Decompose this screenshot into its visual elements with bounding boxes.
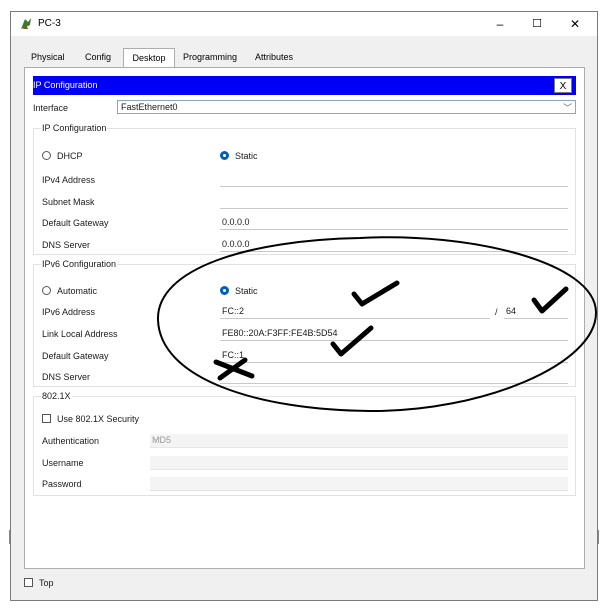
minimize-button[interactable]: – [485,15,515,33]
ipv6-automatic-radio[interactable] [42,286,51,295]
link-local-label: Link Local Address [42,329,118,339]
packet-tracer-pc-icon [21,18,31,29]
ipv4-address-label: IPv4 Address [42,175,96,185]
top-checkbox[interactable] [24,578,33,587]
ipv6-address-label: IPv6 Address [42,307,96,317]
close-button[interactable]: ✕ [560,15,590,33]
ipv6-dns-input[interactable] [220,370,568,384]
ipv6-static-label: Static [235,286,258,296]
password-input[interactable] [150,477,568,491]
static-label: Static [235,151,258,161]
ip-config-header: IP Configuration X [33,76,576,95]
tab-programming[interactable]: Programming [183,48,243,66]
tab-physical[interactable]: Physical [31,48,71,66]
dns-server-label: DNS Server [42,240,91,250]
subnet-mask-label: Subnet Mask [42,197,95,207]
dot1x-group-title: 802.1X [41,391,72,401]
ipv4-address-input[interactable] [220,173,568,187]
static-radio[interactable] [220,151,229,160]
ipv6-gateway-input[interactable]: FC::1 [220,349,568,363]
interface-label: Interface [33,103,69,113]
maximize-button[interactable]: ☐ [522,15,552,33]
ipv6-group: IPv6 Configuration Automatic Static IPv6… [33,259,576,387]
ipv6-prefix-input[interactable]: 64 [504,305,568,319]
window: PC-3 – ☐ ✕ Physical Config Desktop Progr… [10,11,598,601]
title-bar[interactable]: PC-3 – ☐ ✕ [11,12,597,36]
ipv6-static-radio[interactable] [220,286,229,295]
dns-server-input[interactable]: 0.0.0.0 [220,238,568,252]
left-edge-mark [9,530,10,544]
password-label: Password [42,479,82,489]
subnet-mask-input[interactable] [220,195,568,209]
ipv6-automatic-label: Automatic [57,286,98,296]
dot1x-group: 802.1X Use 802.1X Security Authenticatio… [33,391,576,496]
username-label: Username [42,458,84,468]
ipv6-dns-label: DNS Server [42,372,91,382]
ipv6-group-title: IPv6 Configuration [41,259,118,269]
link-local-input[interactable]: FE80::20A:F3FF:FE4B:5D54 [220,327,568,341]
top-label: Top [39,578,54,588]
use-8021x-checkbox[interactable] [42,414,51,423]
ipv4-group: IP Configuration DHCP Static IPv4 Addres… [33,123,576,255]
dhcp-radio[interactable] [42,151,51,160]
right-edge-mark [598,530,599,544]
tab-config[interactable]: Config [85,48,115,66]
authentication-select[interactable]: MD5 ﹀ [150,434,568,448]
ipv4-group-title: IP Configuration [41,123,108,133]
window-title: PC-3 [38,18,61,29]
chevron-down-icon: ﹀ [562,103,572,113]
prefix-separator: / [495,307,498,317]
ip-config-title: IP Configuration [33,80,98,90]
tab-attributes[interactable]: Attributes [255,48,301,66]
default-gateway-label: Default Gateway [42,218,109,228]
default-gateway-input[interactable]: 0.0.0.0 [220,216,568,230]
ip-config-close-button[interactable]: X [554,78,572,93]
username-input[interactable] [150,456,568,470]
ipv6-gateway-label: Default Gateway [42,351,109,361]
tab-desktop[interactable]: Desktop [123,48,175,70]
use-8021x-label: Use 802.1X Security [57,414,140,424]
authentication-label: Authentication [42,436,100,446]
ipv6-address-input[interactable]: FC::2 [220,305,490,319]
dhcp-label: DHCP [57,151,83,161]
interface-select[interactable]: FastEthernet0 ﹀ [117,100,576,114]
desktop-panel: IP Configuration X Interface FastEtherne… [24,67,585,569]
chevron-down-icon: ﹀ [152,437,162,447]
